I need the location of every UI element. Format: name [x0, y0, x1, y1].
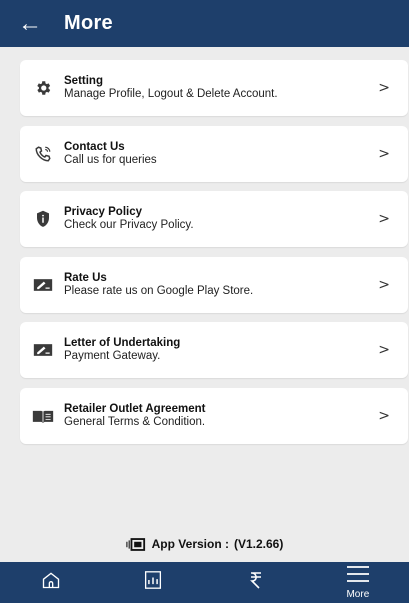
chevron-right-icon: >	[378, 80, 390, 96]
book-icon	[32, 405, 54, 427]
menu-item-subtitle: Call us for queries	[64, 153, 157, 166]
menu-item-title: Rate Us	[64, 271, 107, 284]
menu-item-subtitle: Payment Gateway.	[64, 350, 161, 362]
app-header: ← More	[0, 0, 409, 47]
menu-item-title: Letter of Undertaking	[64, 337, 181, 349]
app-version-label: App Version :	[151, 537, 229, 551]
tab-more[interactable]: More	[307, 562, 409, 603]
menu-item-subtitle: Check our Privacy Policy.	[64, 219, 194, 231]
gear-icon	[32, 77, 54, 99]
home-icon	[41, 570, 61, 595]
chevron-right-icon: >	[378, 407, 390, 424]
tab-payments[interactable]	[205, 562, 307, 603]
app-version-value: (V1.2.66)	[233, 537, 284, 551]
rate-icon	[32, 274, 54, 296]
rupee-icon	[249, 571, 263, 594]
back-button[interactable]: ←	[8, 0, 52, 47]
bottom-nav: More	[0, 562, 409, 603]
device-icon	[126, 537, 146, 551]
menu-item-title: Retailer Outlet Agreement	[64, 402, 206, 415]
menu-item-privacy-policy[interactable]: Privacy Policy Check our Privacy Policy.…	[20, 191, 408, 247]
menu-item-title: Privacy Policy	[64, 206, 142, 218]
menu-item-setting[interactable]: Setting Manage Profile, Logout & Delete …	[20, 60, 408, 116]
phone-icon	[32, 143, 54, 165]
menu-item-rate-us[interactable]: Rate Us Please rate us on Google Play St…	[20, 256, 408, 313]
shield-info-icon	[32, 208, 54, 230]
chevron-right-icon: >	[378, 211, 390, 227]
menu-item-subtitle: Please rate us on Google Play Store.	[64, 284, 254, 297]
tab-more-label: More	[346, 589, 370, 600]
menu-item-contact-us[interactable]: Contact Us Call us for queries >	[20, 125, 408, 182]
menu-item-title: Setting	[64, 75, 103, 87]
menu-item-title: Contact Us	[64, 140, 125, 153]
page-title: More	[64, 12, 113, 34]
sign-icon	[32, 339, 54, 361]
arrow-left-icon: ←	[18, 9, 42, 37]
menu-list: Setting Manage Profile, Logout & Delete …	[20, 60, 408, 453]
chevron-right-icon: >	[378, 342, 390, 358]
report-icon	[144, 570, 162, 595]
menu-item-letter-of-undertaking[interactable]: Letter of Undertaking Payment Gateway. >	[20, 322, 408, 378]
menu-item-subtitle: Manage Profile, Logout & Delete Account.	[64, 88, 278, 100]
hamburger-menu-icon	[346, 565, 370, 588]
app-version: App Version : (V1.2.66)	[0, 537, 409, 551]
tab-reports[interactable]	[102, 562, 204, 603]
chevron-right-icon: >	[378, 276, 390, 293]
menu-item-subtitle: General Terms & Condition.	[64, 415, 206, 428]
menu-item-retailer-outlet-agreement[interactable]: Retailer Outlet Agreement General Terms …	[20, 387, 408, 444]
tab-home[interactable]	[0, 562, 102, 603]
chevron-right-icon: >	[378, 145, 390, 162]
